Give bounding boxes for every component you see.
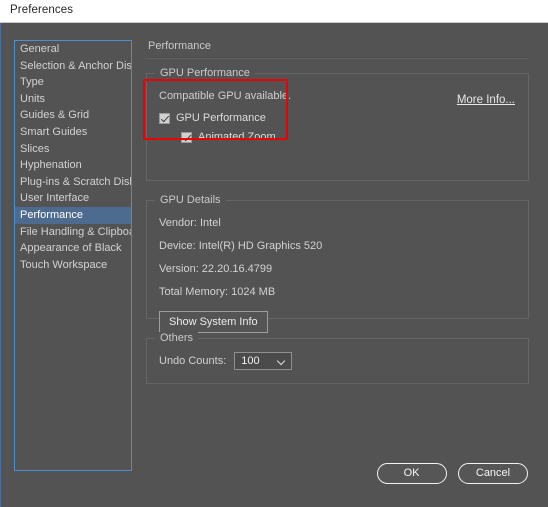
preferences-content-pane: Performance GPU Performance Compatible G… xyxy=(146,40,529,403)
sidebar-item-units[interactable]: Units xyxy=(15,91,131,108)
sidebar-item-touch-workspace[interactable]: Touch Workspace xyxy=(15,257,131,274)
sidebar-item-type[interactable]: Type xyxy=(15,74,131,91)
sidebar-item-user-interface[interactable]: User Interface xyxy=(15,190,131,207)
gpu-detail-line: Version: 22.20.16.4799 xyxy=(159,263,516,275)
sidebar-item-plug-ins-scratch-disks[interactable]: Plug-ins & Scratch Disks xyxy=(15,174,131,191)
gpu-detail-lines: Vendor: Intel Device: Intel(R) HD Graphic… xyxy=(159,217,516,298)
sidebar-item-hyphenation[interactable]: Hyphenation xyxy=(15,157,131,174)
gpu-performance-legend: GPU Performance xyxy=(155,67,255,79)
more-info-link[interactable]: More Info... xyxy=(457,94,515,106)
sidebar-item-appearance-of-black[interactable]: Appearance of Black xyxy=(15,240,131,257)
cancel-button[interactable]: Cancel xyxy=(458,463,528,484)
gpu-detail-line: Device: Intel(R) HD Graphics 520 xyxy=(159,240,516,252)
undo-counts-select[interactable]: 100 xyxy=(234,352,292,370)
ok-button[interactable]: OK xyxy=(377,463,447,484)
sidebar-item-smart-guides[interactable]: Smart Guides xyxy=(15,124,131,141)
sidebar-item-performance[interactable]: Performance xyxy=(15,207,131,224)
window-title: Preferences xyxy=(10,4,73,16)
sidebar-item-general[interactable]: General xyxy=(15,41,131,58)
checkbox-checked-icon[interactable] xyxy=(181,132,192,143)
dialog-body: GeneralSelection & Anchor DisplayTypeUni… xyxy=(0,23,548,507)
checkbox-row-gpu-performance[interactable]: GPU Performance xyxy=(159,112,516,124)
checkbox-row-animated-zoom[interactable]: Animated Zoom xyxy=(181,131,516,143)
sidebar-item-file-handling-clipboard[interactable]: File Handling & Clipboard xyxy=(15,224,131,241)
checkbox-checked-icon[interactable] xyxy=(159,113,170,124)
chevron-down-icon xyxy=(278,358,285,365)
others-group: Others Undo Counts: 100 xyxy=(146,338,529,384)
dialog-footer: OK Cancel xyxy=(370,463,528,484)
gpu-detail-line: Total Memory: 1024 MB xyxy=(159,286,516,298)
preferences-category-list[interactable]: GeneralSelection & Anchor DisplayTypeUni… xyxy=(14,40,132,471)
preferences-dialog: Preferences GeneralSelection & Anchor Di… xyxy=(0,0,548,507)
gpu-performance-group: GPU Performance Compatible GPU available… xyxy=(146,73,529,181)
checkbox-label: Animated Zoom xyxy=(198,131,276,143)
page-title: Performance xyxy=(148,40,529,52)
sidebar-item-guides-grid[interactable]: Guides & Grid xyxy=(15,107,131,124)
gpu-checkbox-list: GPU Performance Animated Zoom xyxy=(159,112,516,143)
undo-counts-label: Undo Counts: xyxy=(159,355,226,367)
gpu-details-legend: GPU Details xyxy=(155,194,226,206)
sidebar-item-selection-anchor-display[interactable]: Selection & Anchor Display xyxy=(15,58,131,75)
others-legend: Others xyxy=(155,332,198,344)
checkbox-label: GPU Performance xyxy=(176,112,266,124)
title-bar: Preferences xyxy=(0,0,548,23)
sidebar-item-slices[interactable]: Slices xyxy=(15,141,131,158)
show-system-info-button[interactable]: Show System Info xyxy=(159,311,268,333)
page-title-divider xyxy=(146,57,529,59)
gpu-detail-line: Vendor: Intel xyxy=(159,217,516,229)
undo-counts-value: 100 xyxy=(241,355,259,367)
gpu-details-group: GPU Details Vendor: IntelDevice: Intel(R… xyxy=(146,200,529,319)
